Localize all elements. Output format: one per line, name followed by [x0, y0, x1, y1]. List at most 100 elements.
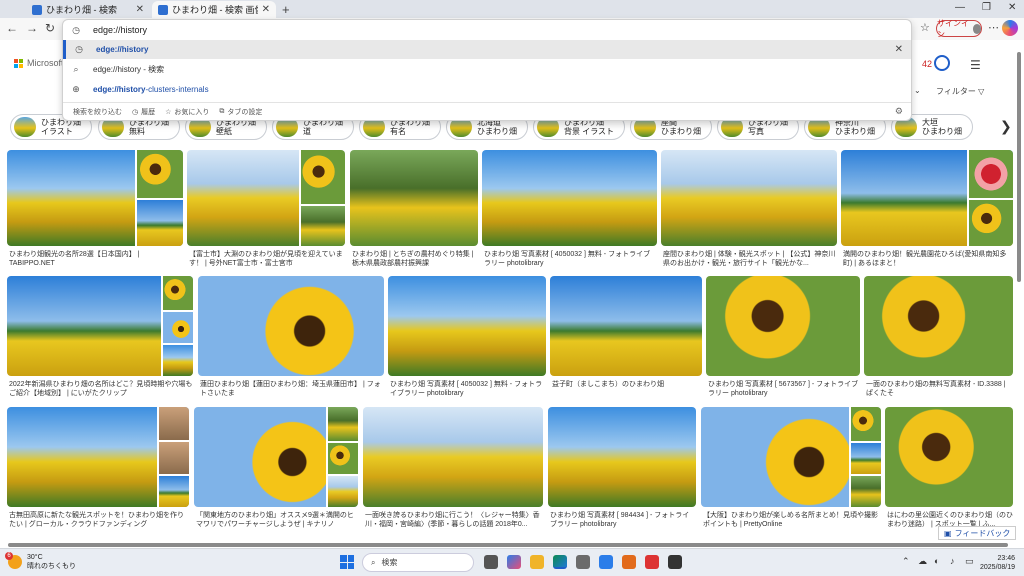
result-caption[interactable]: 一面咲き誇るひまわり畑に行こう！〈レジャー特集〉香川・福岡・宮崎編〉(季節・暮ら…	[365, 511, 543, 529]
maximize-icon[interactable]: ❐	[982, 2, 991, 13]
result-caption[interactable]: 蓮田ひまわり畑【蓮田ひまわり畑：埼玉県蓮田市】 | フォトさいたま	[200, 380, 384, 398]
result-caption[interactable]: 一面のひまわり畑の無料写真素材 - ID.3388 | ぱくたそ	[866, 380, 1013, 398]
image-result[interactable]: ひまわり畑 写真素材 [ 984434 ] - フォトライブラリー photol…	[548, 407, 696, 531]
dropdown-chevron-icon[interactable]: ⌄	[914, 86, 921, 95]
result-thumbnail[interactable]	[864, 276, 1013, 376]
scope-history-button[interactable]: ◷ 履歴	[132, 107, 155, 117]
suggestion-clusters[interactable]: ⊕ edge://history-clusters-internals	[63, 80, 911, 99]
tab-search[interactable]: ひまわり畑 - 検索 ✕	[26, 1, 150, 18]
chevron-right-icon[interactable]: ❯	[1000, 118, 1012, 135]
taskbar-search[interactable]: ⌕ 検索	[362, 553, 474, 572]
close-icon[interactable]: ✕	[262, 4, 270, 15]
file-explorer-icon[interactable]	[530, 555, 544, 569]
paint-icon[interactable]	[622, 555, 636, 569]
remove-suggestion-icon[interactable]: ✕	[895, 44, 903, 55]
task-view-icon[interactable]	[484, 555, 498, 569]
result-caption[interactable]: 座間ひまわり畑 | 体験・観光スポット | 【公式】神奈川県のお出かけ・観光・旅…	[663, 250, 837, 268]
result-thumbnail[interactable]	[661, 150, 837, 246]
image-result[interactable]: 満開のひまわり畑！観光農園花ひろば(愛知県南知多町) | あるほまと！	[841, 150, 1013, 268]
scope-favorites-button[interactable]: ☆ お気に入り	[165, 107, 209, 117]
result-caption[interactable]: ひまわり畑 写真素材 [ 984434 ] - フォトライブラリー photol…	[550, 511, 696, 529]
result-thumbnail[interactable]	[194, 407, 358, 507]
result-caption[interactable]: ひまわり畑 | とちぎの農村めぐり特集 | 栃木県農政部農村振興課	[352, 250, 478, 268]
image-result[interactable]: 座間ひまわり畑 | 体験・観光スポット | 【公式】神奈川県のお出かけ・観光・旅…	[661, 150, 837, 268]
refresh-icon[interactable]: ↻	[45, 21, 55, 35]
signin-button[interactable]: サインイン	[936, 19, 982, 39]
result-caption[interactable]: 「関東地方のひまわり畑」オススメ9選＊満開のヒマワリでパワーチャージしようぜ |…	[196, 511, 358, 529]
more-menu-icon[interactable]: ⋯	[988, 21, 999, 34]
image-result[interactable]: ひまわり畑 写真素材 [ 5673567 ] - フォトライブラリー photo…	[706, 276, 860, 400]
result-thumbnail[interactable]	[388, 276, 546, 376]
windows-start-icon[interactable]	[340, 555, 354, 569]
image-result[interactable]: はにわの里公園近くのひまわり畑（のひまわり迷路） | スポット一覧 | ふ...	[885, 407, 1013, 531]
copilot-icon[interactable]	[1002, 20, 1018, 36]
back-arrow-icon[interactable]: ←	[6, 21, 18, 35]
result-caption[interactable]: 益子町（ましこまち）のひまわり畑	[552, 380, 702, 398]
result-thumbnail[interactable]	[885, 407, 1013, 507]
image-result[interactable]: 益子町（ましこまち）のひまわり畑	[550, 276, 702, 400]
image-result[interactable]: ひまわり畑 写真素材 [ 4050032 ] 無料 - フォトライブラリー ph…	[482, 150, 657, 268]
result-thumbnail[interactable]	[550, 276, 702, 376]
scope-tabs-button[interactable]: ⧉ タブの設定	[219, 107, 262, 117]
image-result[interactable]: 一面咲き誇るひまわり畑に行こう！〈レジャー特集〉香川・福岡・宮崎編〉(季節・暮ら…	[363, 407, 543, 531]
chevron-up-icon[interactable]: ⌃	[902, 556, 910, 567]
address-input[interactable]: ◷ edge://history	[63, 20, 911, 40]
rewards-icon[interactable]	[934, 55, 950, 71]
copilot-app-icon[interactable]	[507, 555, 521, 569]
close-icon[interactable]: ✕	[136, 4, 144, 15]
microsoft-logo[interactable]: Microsoft	[14, 58, 64, 68]
store-icon[interactable]	[576, 555, 590, 569]
favorite-star-icon[interactable]: ☆	[920, 21, 930, 34]
image-result[interactable]: ひまわり畑 | とちぎの農村めぐり特集 | 栃木県農政部農村振興課	[350, 150, 478, 268]
weather-widget[interactable]: 6 30°C 晴れのちくもり	[5, 552, 76, 571]
result-caption[interactable]: 満開のひまわり畑！観光農園花ひろば(愛知県南知多町) | あるほまと！	[843, 250, 1013, 268]
result-thumbnail[interactable]	[363, 407, 543, 507]
mail-icon[interactable]	[599, 555, 613, 569]
result-thumbnail[interactable]	[198, 276, 384, 376]
image-result[interactable]: ひまわり畑観光の名所28選【日本国内】 | TABIPPO.NET	[7, 150, 183, 268]
result-thumbnail[interactable]	[7, 407, 189, 507]
result-thumbnail[interactable]	[701, 407, 881, 507]
result-caption[interactable]: 古無田高原に新たな観光スポットを！ひまわり畑を作りたい | グローカル・クラウド…	[9, 511, 189, 529]
result-thumbnail[interactable]	[706, 276, 860, 376]
onedrive-icon[interactable]: ☁	[918, 556, 927, 567]
filter-button[interactable]: フィルター ▽	[936, 86, 984, 97]
image-result[interactable]: 「関東地方のひまわり畑」オススメ9選＊満開のヒマワリでパワーチャージしようぜ |…	[194, 407, 358, 531]
image-result[interactable]: 2022年新潟県ひまわり畑の名所はどこ？見頃時期や穴場もご紹介【地域別】 | に…	[7, 276, 193, 400]
clock[interactable]: 23:46 2025/08/19	[980, 554, 1015, 572]
result-caption[interactable]: 2022年新潟県ひまわり畑の名所はどこ？見頃時期や穴場もご紹介【地域別】 | に…	[9, 380, 193, 398]
image-result[interactable]: 蓮田ひまわり畑【蓮田ひまわり畑：埼玉県蓮田市】 | フォトさいたま	[198, 276, 384, 400]
suggestion-history[interactable]: ◷ edge://history ✕	[63, 40, 911, 59]
feedback-button[interactable]: ▣ フィードバック	[938, 526, 1017, 540]
result-caption[interactable]: ひまわり畑観光の名所28選【日本国内】 | TABIPPO.NET	[9, 250, 183, 268]
image-result[interactable]: 古無田高原に新たな観光スポットを！ひまわり畑を作りたい | グローカル・クラウド…	[7, 407, 189, 531]
result-caption[interactable]: 【大阪】ひまわり畑が楽しめる名所まとめ！見頃や撮影ポイントも | PrettyO…	[703, 511, 881, 529]
tab-image-search[interactable]: ひまわり畑 - 検索 画像 ✕	[152, 1, 276, 18]
edge-browser-icon[interactable]	[553, 555, 567, 569]
vertical-scrollbar[interactable]	[1016, 42, 1022, 542]
volume-icon[interactable]: ♪	[950, 556, 955, 566]
result-thumbnail[interactable]	[7, 150, 183, 246]
terminal-icon[interactable]	[668, 555, 682, 569]
result-caption[interactable]: ひまわり畑 写真素材 [ 4050032 ] 無料 - フォトライブラリー ph…	[484, 250, 657, 268]
new-tab-icon[interactable]: +	[282, 2, 290, 17]
result-thumbnail[interactable]	[841, 150, 1013, 246]
forward-arrow-icon[interactable]: →	[26, 21, 38, 35]
battery-icon[interactable]: ▭	[965, 556, 974, 567]
suggestion-search[interactable]: ⌕ edge://history - 検索	[63, 60, 911, 79]
result-thumbnail[interactable]	[7, 276, 193, 376]
hamburger-menu-icon[interactable]: ☰	[970, 58, 981, 72]
close-window-icon[interactable]: ✕	[1008, 2, 1016, 13]
network-icon[interactable]: ◐	[934, 556, 939, 566]
result-caption[interactable]: ひまわり畑 写真素材 [ 4050032 ] 無料 - フォトライブラリー ph…	[390, 380, 546, 398]
result-thumbnail[interactable]	[187, 150, 345, 246]
result-caption[interactable]: ひまわり畑 写真素材 [ 5673567 ] - フォトライブラリー photo…	[708, 380, 860, 398]
result-thumbnail[interactable]	[548, 407, 696, 507]
result-caption[interactable]: 【富士市】大淵のひまわり畑が見頃を迎えています！ | 号外NET富士市・富士宮市	[189, 250, 345, 268]
gear-icon[interactable]: ⚙	[895, 106, 903, 117]
result-thumbnail[interactable]	[482, 150, 657, 246]
result-thumbnail[interactable]	[350, 150, 478, 246]
minimize-icon[interactable]: —	[955, 2, 965, 13]
image-result[interactable]: 【大阪】ひまわり畑が楽しめる名所まとめ！見頃や撮影ポイントも | PrettyO…	[701, 407, 881, 531]
image-result[interactable]: 一面のひまわり畑の無料写真素材 - ID.3388 | ぱくたそ	[864, 276, 1013, 400]
